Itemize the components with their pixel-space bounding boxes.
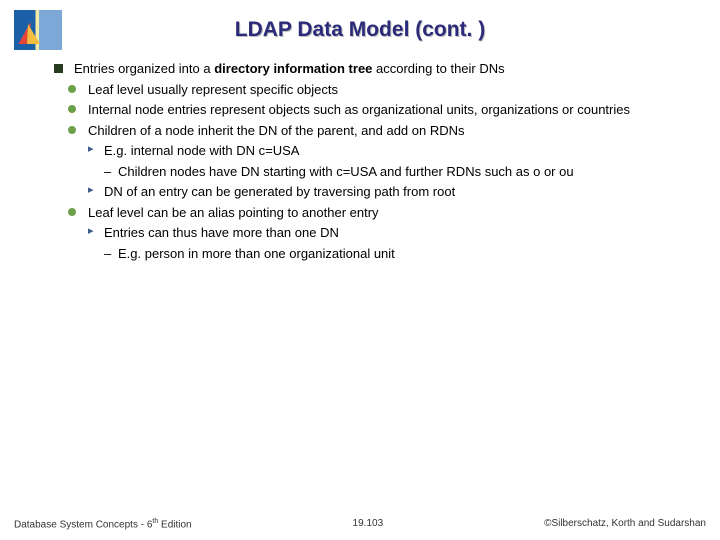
bullet-sub-sub: E.g. internal node with DN c=USA — [88, 142, 690, 160]
footer-center: 19.103 — [353, 518, 384, 530]
bullet-sub: Internal node entries represent objects … — [68, 101, 690, 119]
footer-left: Database System Concepts - 6th Edition — [14, 518, 192, 530]
bullet-sub: Children of a node inherit the DN of the… — [68, 122, 690, 140]
bullet-sub-sub-sub: E.g. person in more than one organizatio… — [104, 245, 690, 263]
footer-right: ©Silberschatz, Korth and Sudarshan — [544, 518, 706, 530]
text-post: according to their DNs — [372, 61, 504, 76]
bullet-sub-sub: Entries can thus have more than one DN — [88, 224, 690, 242]
footer-left-pre: Database System Concepts - 6 — [14, 519, 152, 530]
bullet-sub-sub: DN of an entry can be generated by trave… — [88, 183, 690, 201]
text-bold: directory information tree — [214, 61, 372, 76]
slide-title: LDAP Data Model (cont. ) — [0, 0, 720, 60]
bullet-sub-sub-sub: Children nodes have DN starting with c=U… — [104, 163, 690, 181]
slide-logo — [14, 10, 62, 50]
text-pre: Entries organized into a — [74, 61, 214, 76]
slide-footer: Database System Concepts - 6th Edition 1… — [0, 518, 720, 530]
bullet-main: Entries organized into a directory infor… — [54, 60, 690, 78]
bullet-sub: Leaf level can be an alias pointing to a… — [68, 204, 690, 222]
footer-left-post: Edition — [158, 519, 191, 530]
slide-content: Entries organized into a directory infor… — [0, 60, 720, 262]
bullet-sub: Leaf level usually represent specific ob… — [68, 81, 690, 99]
